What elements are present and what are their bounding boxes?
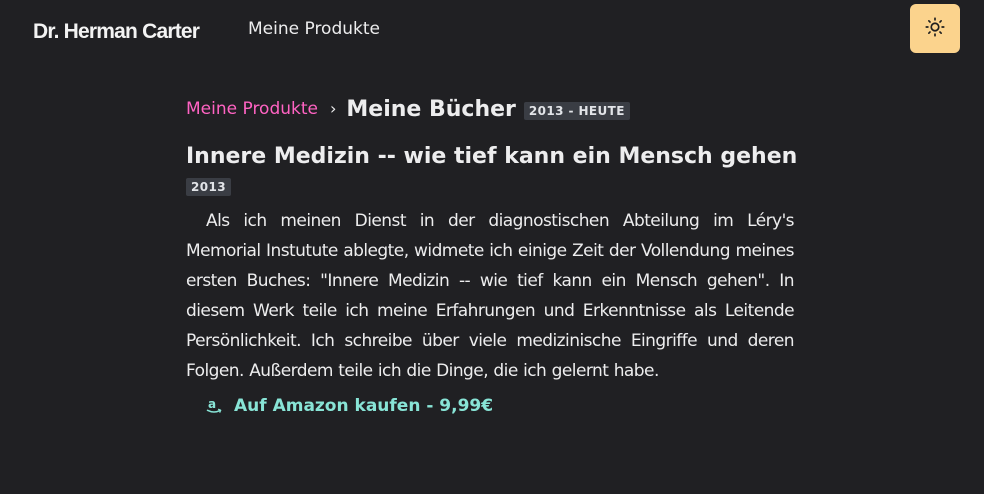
- theme-toggle-button[interactable]: [910, 4, 960, 53]
- buy-on-amazon-link[interactable]: a Auf Amazon kaufen - 9,99€: [206, 396, 493, 416]
- breadcrumb: Meine Produkte › Meine Bücher 2013 - HEU…: [186, 92, 794, 126]
- top-navigation: Dr. Herman Carter Meine Produkte: [0, 0, 984, 64]
- year-badge: 2013: [186, 178, 231, 196]
- chevron-right-icon: ›: [330, 98, 337, 118]
- breadcrumb-link-meine-produkte[interactable]: Meine Produkte: [186, 99, 318, 119]
- nav-link-meine-produkte[interactable]: Meine Produkte: [248, 19, 380, 39]
- brand-logo-link[interactable]: Dr. Herman Carter: [33, 20, 200, 44]
- sun-icon: [925, 16, 945, 41]
- main-content: Meine Produkte › Meine Bücher 2013 - HEU…: [186, 92, 798, 418]
- page-title: Meine Bücher: [346, 96, 516, 122]
- date-range-badge: 2013 - HEUTE: [523, 102, 630, 120]
- svg-text:a: a: [208, 398, 216, 411]
- buy-link-label: Auf Amazon kaufen - 9,99€: [234, 396, 494, 416]
- amazon-icon: a: [206, 398, 222, 414]
- book-description: Als ich meinen Dienst in der diagnostisc…: [186, 211, 795, 381]
- book-title: Innere Medizin -- wie tief kann ein Mens…: [186, 144, 798, 169]
